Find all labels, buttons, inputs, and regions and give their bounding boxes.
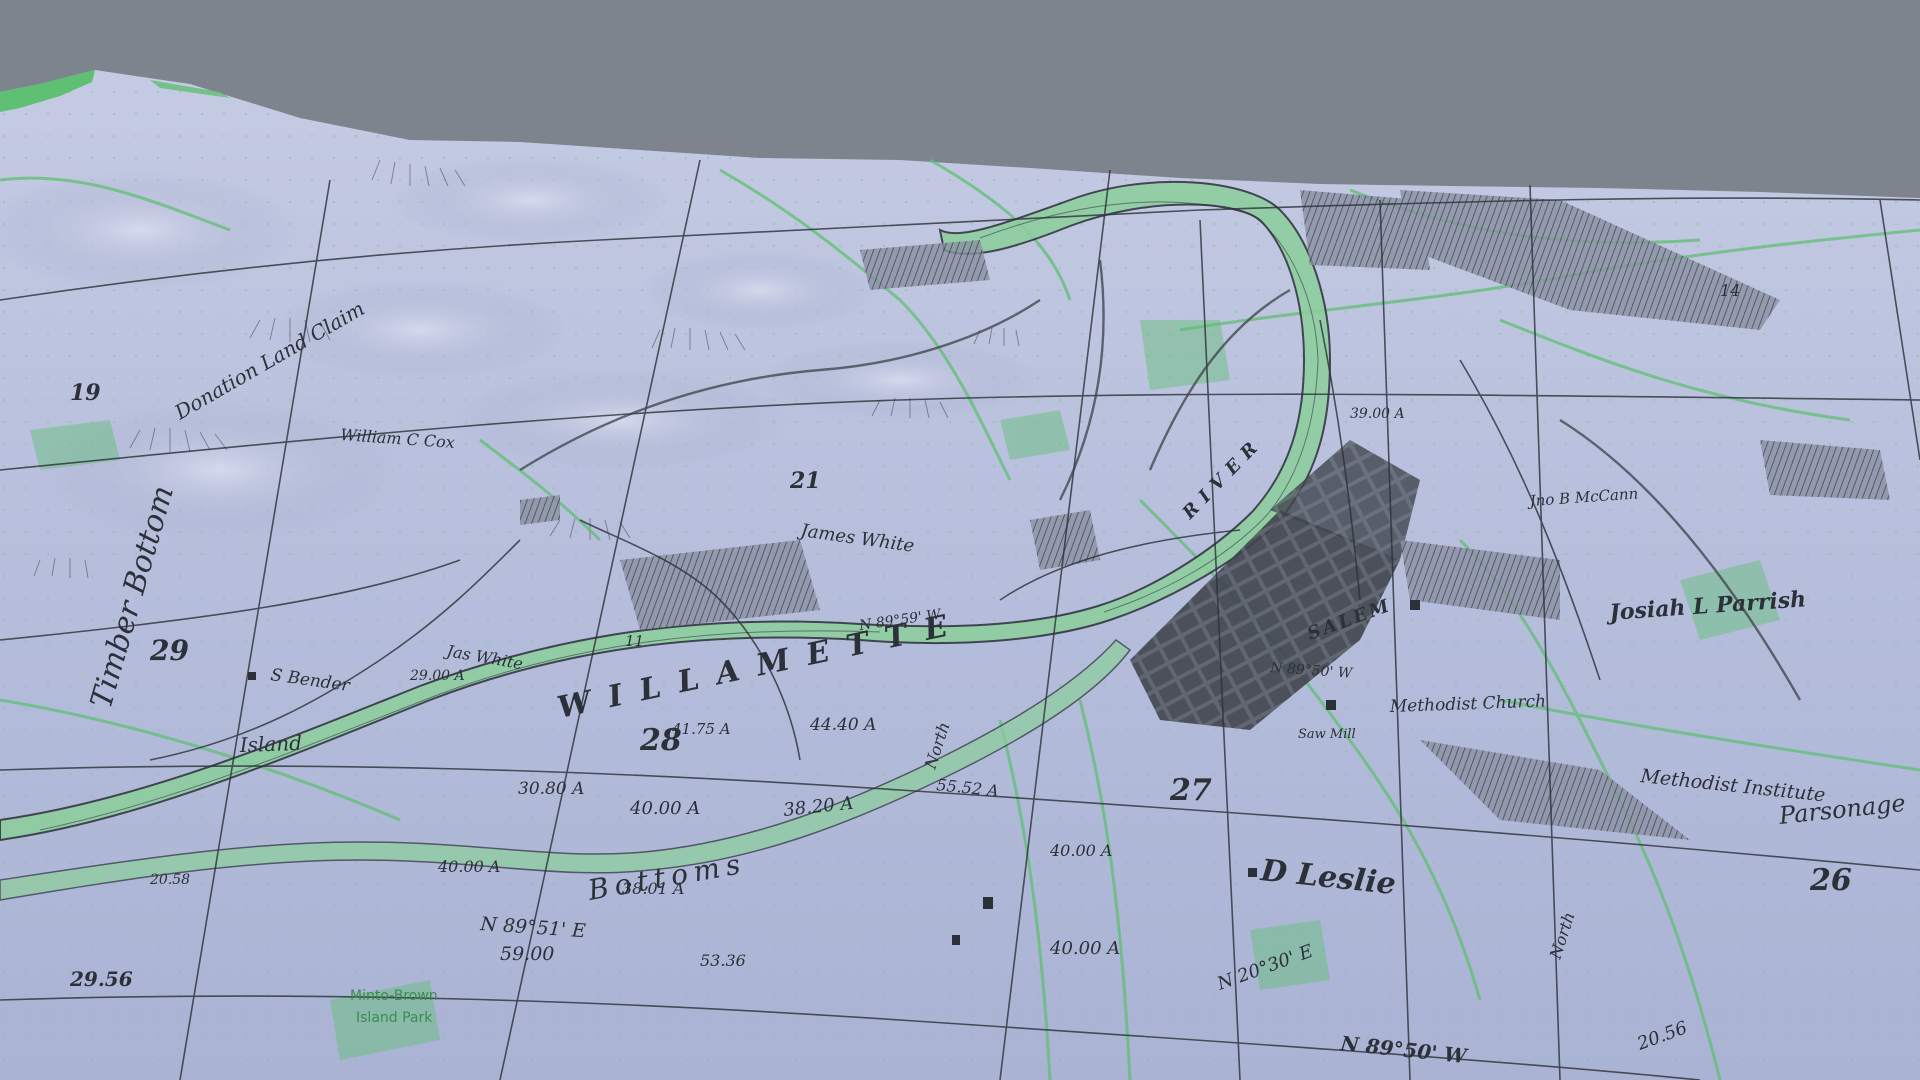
- label-section-19: 19: [70, 380, 101, 406]
- label-minto-brown: Minto-Brown: [350, 988, 438, 1004]
- label-number-3: 20.58: [149, 872, 190, 888]
- label-acreage-5: 30.80 A: [518, 779, 584, 799]
- label-saw-mill: Saw Mill: [1298, 727, 1356, 742]
- terrain-map-viewport[interactable]: WILLAMETTE RIVER SALEM James White Jas W…: [0, 0, 1920, 1080]
- label-bearing-2: 59.00: [500, 943, 554, 965]
- label-acreage-2: 41.75 A: [671, 720, 731, 738]
- label-acreage-1: 44.40 A: [809, 715, 876, 735]
- label-section-26: 26: [1809, 863, 1852, 898]
- label-section-29: 29: [149, 634, 189, 667]
- label-section-21: 21: [789, 468, 821, 494]
- label-acreage-10: 40.00 A: [1049, 841, 1112, 860]
- label-acreage-8: 38.01 A: [622, 879, 684, 898]
- label-island: Island: [238, 731, 302, 757]
- label-section-11: 11: [625, 632, 644, 650]
- label-number-1: 53.36: [700, 951, 746, 970]
- label-acreage-3: 40.00 A: [629, 798, 700, 819]
- label-number-2: 29.56: [69, 967, 133, 991]
- label-island-park: Island Park: [356, 1010, 433, 1026]
- label-section-14: 14: [1720, 281, 1740, 300]
- label-section-27: 27: [1169, 773, 1212, 808]
- label-acreage-9: 40.00 A: [1049, 938, 1120, 959]
- label-acreage-12: 29.00 A: [409, 668, 465, 684]
- label-acreage-7: 40.00 A: [437, 857, 500, 876]
- label-acreage-11: 39.00 A: [1350, 406, 1405, 422]
